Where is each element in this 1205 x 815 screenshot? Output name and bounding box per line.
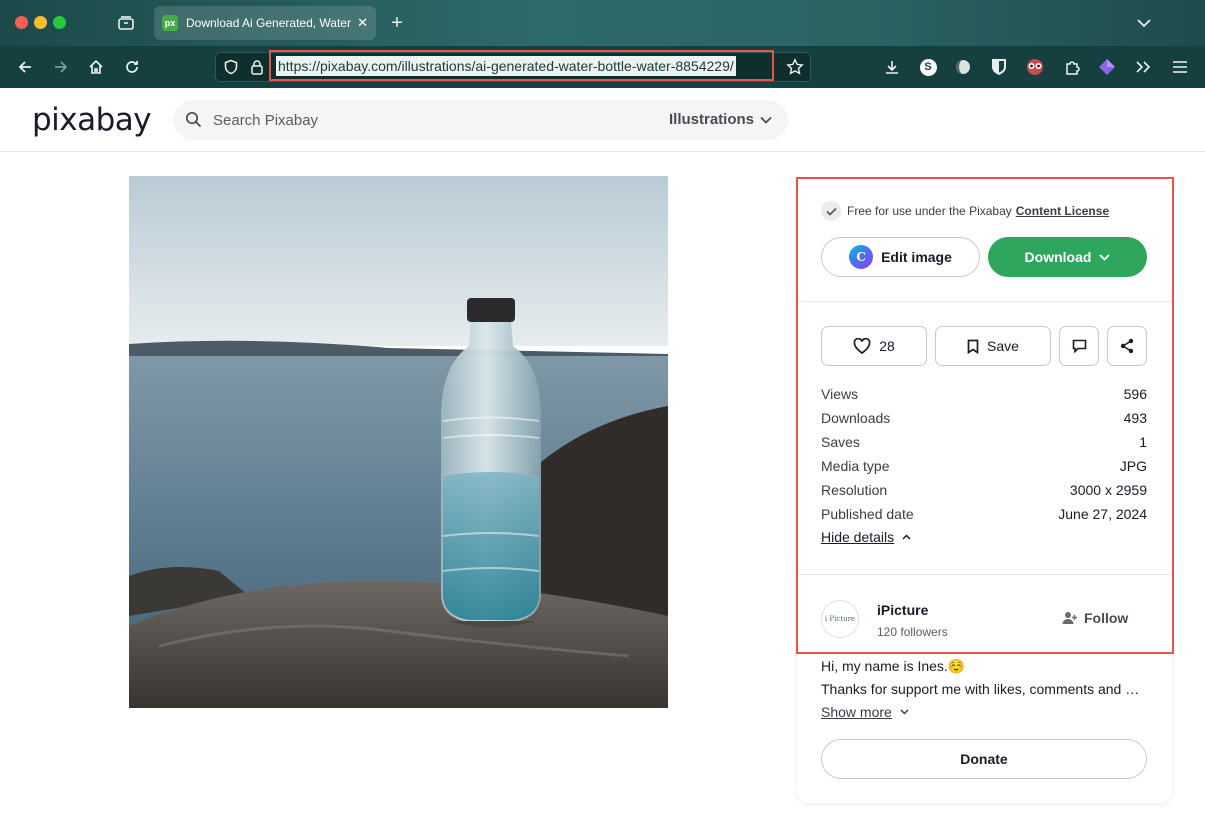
stat-label: Published date xyxy=(821,506,914,522)
follow-button[interactable]: Follow xyxy=(1062,610,1128,626)
share-icon xyxy=(1120,338,1134,354)
stat-resolution: Resolution 3000 x 2959 xyxy=(821,480,1147,504)
author-name[interactable]: iPicture xyxy=(877,602,928,618)
extensions-puzzle-icon[interactable] xyxy=(1059,54,1085,80)
tab-list-chevron-down-icon[interactable] xyxy=(1134,13,1154,33)
browser-titlebar: px Download Ai Generated, Water Bottle ✕… xyxy=(0,0,1205,46)
stat-label: Saves xyxy=(821,434,860,450)
edit-image-label: Edit image xyxy=(881,249,952,265)
back-arrow-icon[interactable] xyxy=(12,54,38,80)
like-button[interactable]: 28 xyxy=(821,326,927,366)
stat-published-date: Published date June 27, 2024 xyxy=(821,504,1147,528)
bookmark-star-icon[interactable] xyxy=(782,54,808,80)
author-followers: 120 followers xyxy=(877,625,948,639)
author-avatar[interactable]: i Picture xyxy=(821,600,859,638)
chevron-down-icon xyxy=(1099,253,1111,261)
download-label: Download xyxy=(1024,249,1092,265)
bookmark-icon xyxy=(967,339,979,354)
new-tab-icon[interactable]: + xyxy=(387,12,407,34)
reload-icon[interactable] xyxy=(119,54,145,80)
extension-eyes-icon[interactable] xyxy=(1022,54,1048,80)
maximize-window-button[interactable] xyxy=(53,16,66,29)
license-text: Free for use under the Pixabay xyxy=(847,204,1012,218)
search-input[interactable] xyxy=(213,110,653,130)
extension-s-icon[interactable]: S xyxy=(915,54,941,80)
share-button[interactable] xyxy=(1107,326,1147,366)
tab-overview-icon[interactable] xyxy=(116,13,136,33)
image-stats: Views 596 Downloads 493 Saves 1 Media type J… xyxy=(821,384,1147,528)
menu-hamburger-icon[interactable] xyxy=(1167,54,1193,80)
stat-value: 3000 x 2959 xyxy=(1069,482,1147,498)
stat-value: June 27, 2024 xyxy=(1058,506,1147,522)
chevron-up-icon xyxy=(902,534,911,540)
stat-value: JPG xyxy=(1119,458,1147,474)
url-highlight-box xyxy=(269,50,774,81)
canva-logo-icon: C xyxy=(849,245,874,269)
comment-icon xyxy=(1072,339,1086,353)
save-label: Save xyxy=(987,338,1019,354)
shield-icon[interactable] xyxy=(218,54,244,80)
stat-value: 1 xyxy=(1139,434,1147,450)
close-tab-icon[interactable]: ✕ xyxy=(357,15,368,31)
home-icon[interactable] xyxy=(83,54,109,80)
content-license-link[interactable]: Content License xyxy=(1016,204,1109,218)
donate-label: Donate xyxy=(960,751,1008,767)
extension-bitwarden-icon[interactable] xyxy=(986,54,1012,80)
chevron-down-icon xyxy=(760,116,772,124)
show-more-label: Show more xyxy=(821,704,892,720)
stat-value: 493 xyxy=(1123,410,1147,426)
stat-views: Views 596 xyxy=(821,384,1147,408)
add-user-icon xyxy=(1062,612,1077,624)
chevron-down-icon xyxy=(900,709,909,715)
stat-label: Media type xyxy=(821,458,890,474)
stat-media-type: Media type JPG xyxy=(821,456,1147,480)
follow-label: Follow xyxy=(1084,610,1129,626)
media-type-label: Illustrations xyxy=(668,111,754,128)
comment-button[interactable] xyxy=(1059,326,1099,366)
extension-gem-icon[interactable] xyxy=(1094,54,1120,80)
stat-label: Downloads xyxy=(821,410,891,426)
close-window-button[interactable] xyxy=(15,16,28,29)
lock-icon[interactable] xyxy=(244,54,270,80)
author-bio-line1: Hi, my name is Ines.☺️ xyxy=(821,658,966,674)
minimize-window-button[interactable] xyxy=(34,16,47,29)
site-header: pixabay Illustrations xyxy=(0,88,1205,152)
hide-details-label: Hide details xyxy=(821,529,895,545)
save-button[interactable]: Save xyxy=(935,326,1051,366)
forward-arrow-icon[interactable] xyxy=(48,54,74,80)
stat-saves: Saves 1 xyxy=(821,432,1147,456)
author-bio-line2: Thanks for support me with likes, commen… xyxy=(821,681,1143,697)
tab-title: Download Ai Generated, Water Bottle xyxy=(186,16,351,30)
divider xyxy=(797,574,1172,575)
stat-value: 596 xyxy=(1123,386,1147,402)
downloads-icon[interactable] xyxy=(879,54,905,80)
hide-details-toggle[interactable]: Hide details xyxy=(821,529,911,545)
checkmark-icon xyxy=(821,201,841,221)
heart-icon xyxy=(853,338,871,354)
donate-button[interactable]: Donate xyxy=(821,739,1147,779)
tab-pixabay[interactable]: px Download Ai Generated, Water Bottle ✕ xyxy=(154,6,376,40)
pixabay-favicon-icon: px xyxy=(162,15,178,31)
media-type-dropdown[interactable]: Illustrations xyxy=(669,111,772,128)
stat-label: Resolution xyxy=(821,482,888,498)
edit-image-button[interactable]: C Edit image xyxy=(821,237,980,277)
download-button[interactable]: Download xyxy=(988,237,1147,277)
overflow-chevrons-icon[interactable] xyxy=(1130,54,1156,80)
search-icon xyxy=(185,111,202,133)
stat-label: Views xyxy=(821,386,859,402)
pixabay-logo[interactable]: pixabay xyxy=(32,102,152,138)
extension-moon-icon[interactable] xyxy=(950,54,976,80)
main-image-water-bottle[interactable] xyxy=(129,176,668,708)
show-more-toggle[interactable]: Show more xyxy=(821,704,909,720)
search-bar[interactable]: Illustrations xyxy=(173,100,788,140)
like-count: 28 xyxy=(879,338,895,354)
stat-downloads: Downloads 493 xyxy=(821,408,1147,432)
divider xyxy=(797,301,1172,302)
license-notice: Free for use under the Pixabay Content L… xyxy=(821,201,1109,221)
